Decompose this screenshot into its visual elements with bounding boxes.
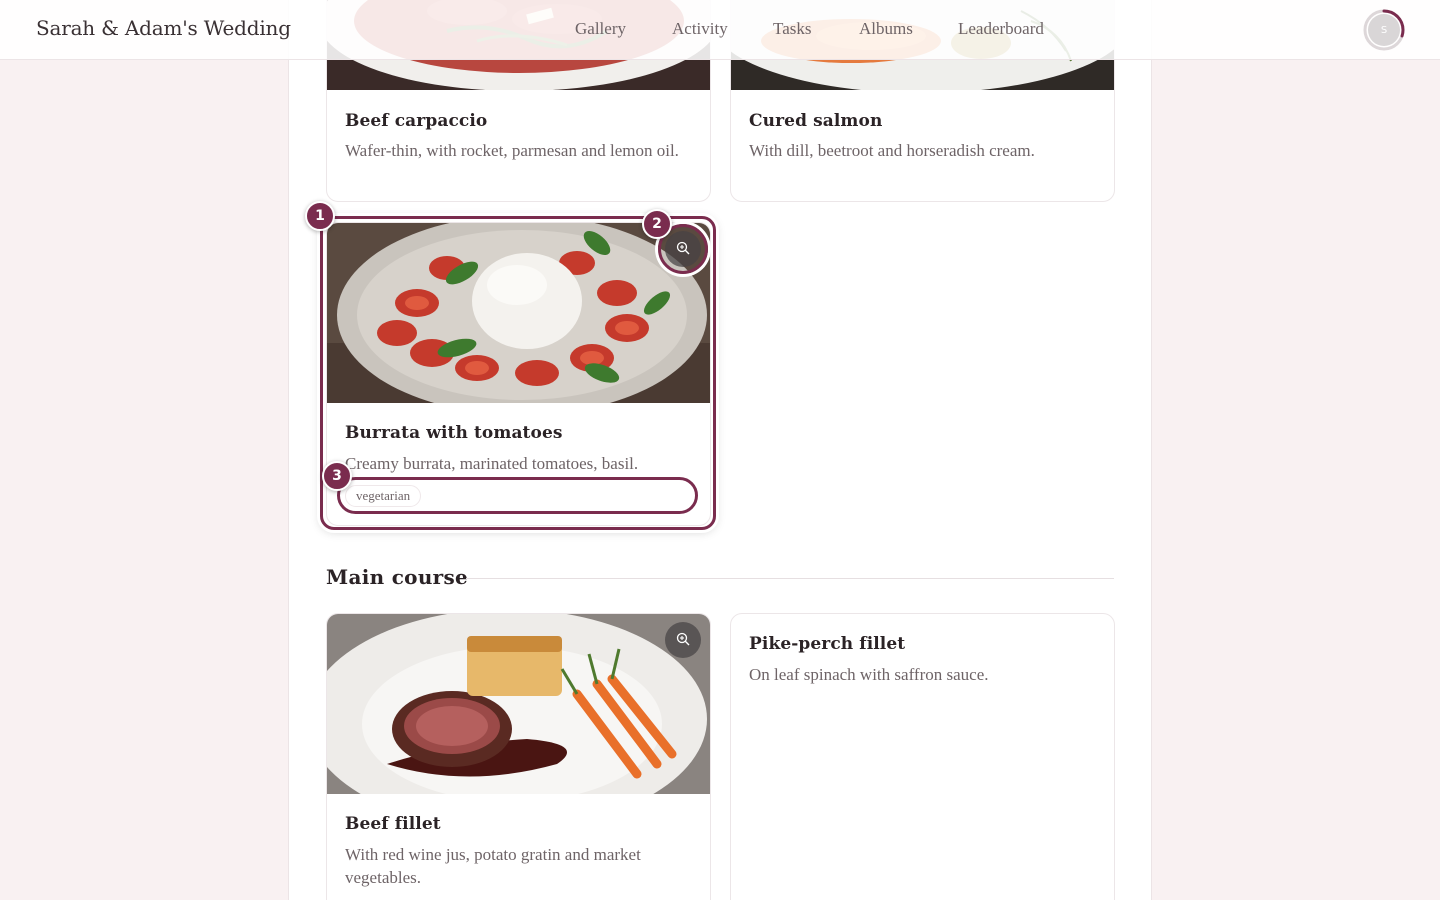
dish-title: Cured salmon [749, 111, 883, 131]
dish-description: With dill, beetroot and horseradish crea… [749, 141, 1035, 160]
dish-photo-beef-fillet [327, 614, 710, 794]
dish-card-burrata[interactable]: Burrata with tomatoes Creamy burrata, ma… [326, 222, 711, 526]
zoom-in-icon [676, 631, 690, 650]
dish-title: Pike-perch fillet [749, 634, 906, 654]
nav-tasks[interactable]: Tasks [773, 19, 811, 39]
annotation-badge: 3 [322, 461, 352, 491]
annotation-badge: 2 [642, 209, 672, 239]
avatar: S [1368, 14, 1400, 46]
zoom-in-icon [676, 240, 690, 259]
site-brand[interactable]: Sarah & Adam's Wedding [36, 16, 291, 40]
tag-vegetarian: vegetarian [345, 485, 422, 507]
dish-title: Beef fillet [345, 814, 441, 834]
dish-title: Beef carpaccio [345, 111, 488, 131]
annotation-badge: 1 [305, 201, 335, 231]
zoom-button[interactable] [665, 622, 701, 658]
top-navigation-bar: Sarah & Adam's Wedding Gallery Activity … [0, 0, 1440, 60]
nav-leaderboard[interactable]: Leaderboard [958, 19, 1044, 39]
dish-description: Creamy burrata, marinated tomatoes, basi… [345, 454, 639, 473]
dish-description: On leaf spinach with saffron sauce. [749, 665, 989, 684]
dish-description: With red wine jus, potato gratin and mar… [345, 845, 641, 887]
dish-description: Wafer-thin, with rocket, parmesan and le… [345, 141, 679, 160]
tag-list: vegetarian [345, 485, 422, 507]
dish-title: Burrata with tomatoes [345, 423, 563, 443]
dish-card-beef-fillet[interactable]: Beef fillet With red wine jus, potato gr… [326, 613, 711, 900]
dish-card-pike-perch[interactable]: Pike-perch fillet On leaf spinach with s… [730, 613, 1115, 900]
zoom-button[interactable] [665, 231, 701, 267]
dish-photo-burrata [327, 223, 710, 403]
nav-albums[interactable]: Albums [859, 19, 913, 39]
section-title-main-course: Main course [326, 565, 469, 589]
nav-gallery[interactable]: Gallery [575, 19, 626, 39]
nav-activity[interactable]: Activity [672, 19, 728, 39]
user-menu[interactable]: S [1362, 8, 1406, 52]
section-divider [466, 578, 1114, 579]
